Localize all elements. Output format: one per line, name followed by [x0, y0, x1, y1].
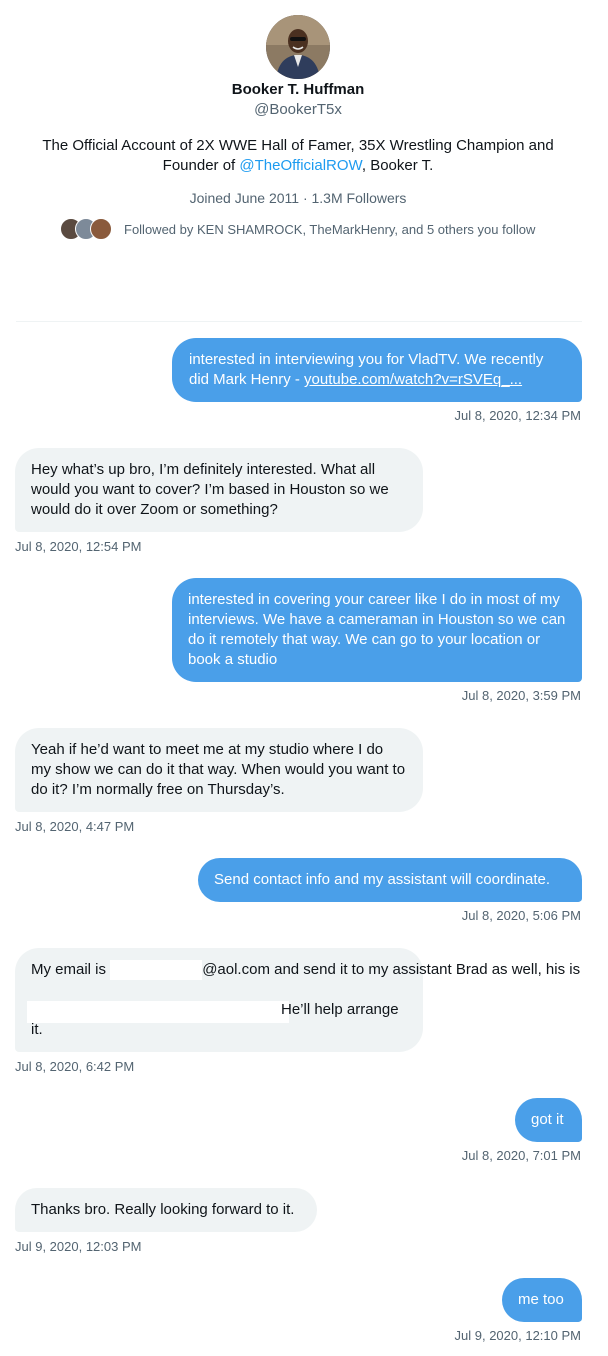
message-timestamp: Jul 8, 2020, 6:42 PM: [15, 1059, 135, 1074]
redacted-block: [110, 960, 203, 981]
message-bubble[interactable]: Thanks bro. Really looking forward to it…: [15, 1188, 317, 1232]
message-timestamp: Jul 8, 2020, 12:34 PM: [454, 408, 581, 423]
message-text: got it: [531, 1111, 564, 1128]
message-bubble[interactable]: My email is @aol.com and send it to my a…: [15, 948, 580, 1052]
message-bubble[interactable]: interested in covering your career like …: [172, 578, 582, 682]
profile-joined-followers: Joined June 2011 · 1.3M Followers: [189, 190, 407, 206]
message-line: My email is @aol.com and send it to my a…: [31, 960, 580, 981]
profile-name[interactable]: Booker T. Huffman: [0, 80, 596, 100]
followed-by-text: Followed by KEN SHAMROCK, TheMarkHenry, …: [124, 221, 536, 237]
message-timestamp: Jul 8, 2020, 4:47 PM: [15, 819, 135, 834]
bio-mention-link[interactable]: @TheOfficialROW: [239, 157, 361, 174]
redacted-block: [27, 1001, 289, 1023]
message-text: My email is: [31, 961, 111, 978]
message-sent: me too: [502, 1278, 582, 1322]
followed-by-avatars: [60, 218, 112, 240]
message-bubble[interactable]: got it: [515, 1098, 582, 1142]
message-timestamp: Jul 8, 2020, 7:01 PM: [461, 1148, 581, 1163]
profile-handle: @BookerT5x: [254, 101, 342, 118]
message-bubble[interactable]: me too: [502, 1278, 582, 1322]
bio-text-end: , Booker T.: [361, 157, 434, 174]
message-timestamp: Jul 9, 2020, 12:03 PM: [15, 1239, 142, 1254]
message-timestamp: Jul 9, 2020, 12:10 PM: [454, 1328, 581, 1343]
message-sent: got it: [515, 1098, 582, 1142]
message-text: it.: [31, 1021, 43, 1038]
message-sent: interested in interviewing you for VladT…: [172, 338, 582, 402]
message-bubble[interactable]: Hey what’s up bro, I’m definitely intere…: [15, 448, 423, 532]
message-text: me too: [518, 1291, 564, 1308]
message-text: Thanks bro. Really looking forward to it…: [31, 1201, 295, 1218]
message-received: My email is @aol.com and send it to my a…: [15, 948, 580, 1052]
message-text: Send contact info and my assistant will …: [214, 871, 551, 888]
mini-avatar: [90, 218, 112, 240]
message-received: Thanks bro. Really looking forward to it…: [15, 1188, 317, 1232]
message-timestamp: Jul 8, 2020, 3:59 PM: [461, 688, 581, 703]
message-bubble[interactable]: Send contact info and my assistant will …: [198, 858, 582, 902]
followed-by[interactable]: Followed by KEN SHAMROCK, TheMarkHenry, …: [60, 218, 580, 240]
message-text: interested in covering your career like …: [188, 591, 566, 668]
message-link[interactable]: youtube.com/watch?v=rSVEq_...: [304, 371, 522, 388]
message-bubble[interactable]: interested in interviewing you for VladT…: [172, 338, 582, 402]
profile-avatar[interactable]: [266, 15, 330, 79]
message-timestamp: Jul 8, 2020, 12:54 PM: [15, 539, 142, 554]
message-sent: interested in covering your career like …: [172, 578, 582, 682]
dm-conversation-page: Booker T. Huffman @BookerT5x The Officia…: [0, 0, 608, 1356]
message-text: Yeah if he’d want to meet me at my studi…: [31, 741, 406, 798]
message-received: Hey what’s up bro, I’m definitely intere…: [15, 448, 423, 532]
message-text: He’ll help arrange: [281, 1001, 399, 1018]
divider: [16, 321, 582, 322]
message-timestamp: Jul 8, 2020, 5:06 PM: [461, 908, 581, 923]
message-sent: Send contact info and my assistant will …: [198, 858, 582, 902]
profile-bio: The Official Account of 2X WWE Hall of F…: [30, 136, 566, 176]
message-text: Hey what’s up bro, I’m definitely intere…: [31, 461, 389, 518]
message-text: @aol.com and send it to my assistant Bra…: [202, 961, 581, 978]
message-received: Yeah if he’d want to meet me at my studi…: [15, 728, 423, 812]
message-bubble[interactable]: Yeah if he’d want to meet me at my studi…: [15, 728, 423, 812]
